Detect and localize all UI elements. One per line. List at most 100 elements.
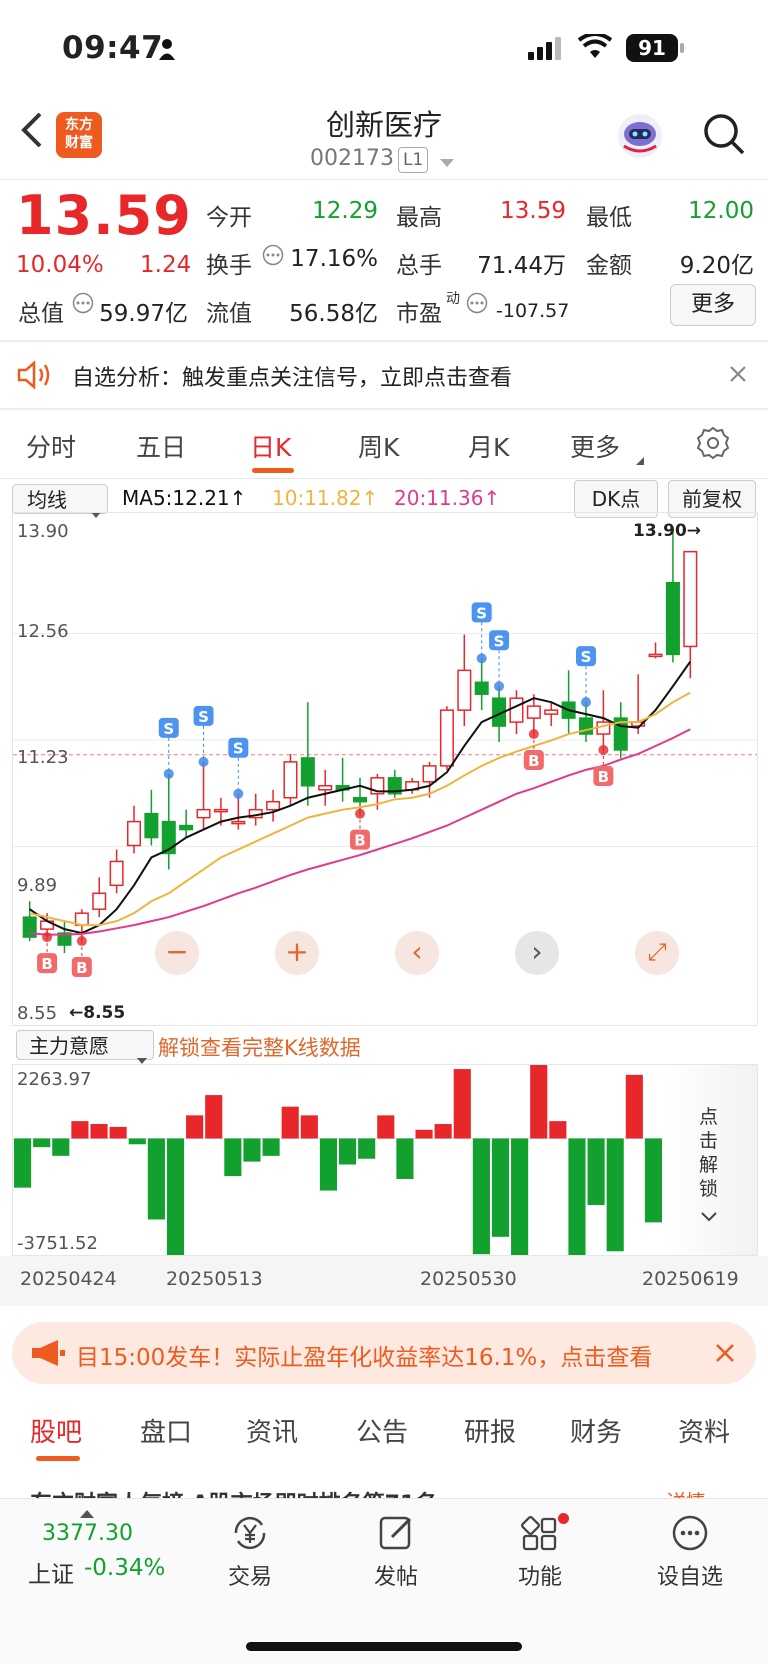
- candle-body: [213, 808, 228, 813]
- y-tick-2: 12.56: [17, 621, 69, 642]
- candle-body: [179, 824, 194, 831]
- flow-bar: [128, 1138, 146, 1145]
- battery-level: 91: [638, 36, 666, 60]
- high-label: 最高: [396, 205, 442, 231]
- tab-news[interactable]: 资讯: [246, 1412, 298, 1449]
- close-icon[interactable]: [714, 1342, 736, 1368]
- flow-bar: [281, 1106, 299, 1139]
- x-label-4: 20250619: [642, 1268, 739, 1290]
- watchlist-analysis-banner[interactable]: 自选分析：触发重点关注信号，立即点击查看: [0, 342, 768, 408]
- candle-body: [422, 765, 437, 783]
- tab-pankou[interactable]: 盘口: [140, 1412, 192, 1449]
- high-value: 13.59: [500, 198, 566, 224]
- gear-icon[interactable]: [696, 426, 730, 464]
- next-button[interactable]: ›: [515, 931, 559, 975]
- tab-weekly-k[interactable]: 周K: [358, 428, 399, 464]
- caret-down-icon[interactable]: [440, 154, 454, 173]
- buy-signal-letter: B: [41, 955, 52, 973]
- buy-signal-dot: [528, 729, 539, 740]
- buy-signal-dot: [76, 936, 87, 947]
- buy-signal-dot: [42, 932, 53, 943]
- tab-intraday[interactable]: 分时: [26, 428, 76, 464]
- tab-daily-k[interactable]: 日K: [250, 428, 291, 464]
- prev-button[interactable]: ‹: [395, 931, 439, 975]
- candle-body: [648, 653, 663, 658]
- candle-body: [544, 709, 559, 715]
- flow-max-tick: 2263.97: [17, 1069, 92, 1090]
- volume-label: 总手: [396, 253, 442, 279]
- unlock-side-panel[interactable]: 点击解锁: [663, 1065, 757, 1255]
- robot-avatar-icon[interactable]: [616, 112, 664, 160]
- buy-signal-letter: B: [354, 832, 365, 850]
- edit-icon: [379, 1516, 412, 1550]
- flow-bar: [243, 1138, 261, 1162]
- trade-button[interactable]: 交易: [210, 1513, 290, 1591]
- flow-svg: [13, 1065, 663, 1255]
- kline-chart[interactable]: BBBBBSSSSSS 13.90 12.56 11.23 9.89 8.55 …: [12, 512, 758, 1026]
- tab-more[interactable]: 更多: [570, 428, 620, 464]
- volume-value: 71.44万: [477, 253, 566, 279]
- open-value: 12.29: [312, 198, 378, 224]
- news-row[interactable]: 东方财富人气榜 A股市场即时排名第71名 详情 »: [0, 1478, 768, 1500]
- more-dots-icon: [672, 1515, 708, 1551]
- ma-select[interactable]: 均线: [12, 484, 108, 518]
- functions-button[interactable]: 功能: [500, 1513, 580, 1591]
- close-icon[interactable]: [728, 364, 748, 388]
- tab-research[interactable]: 研报: [464, 1412, 516, 1449]
- fullscreen-button[interactable]: ⤢: [635, 931, 679, 975]
- buy-signal-letter: B: [598, 768, 609, 786]
- flow-bar: [587, 1138, 605, 1206]
- info-icon[interactable]: [466, 292, 488, 318]
- status-time: 09:47: [62, 30, 164, 66]
- ma-select-label: 均线: [27, 488, 67, 512]
- dk-label: DK点: [591, 487, 641, 511]
- tab-five-day[interactable]: 五日: [136, 428, 186, 464]
- tab-announcements[interactable]: 公告: [356, 1412, 408, 1449]
- index-name: 上证: [28, 1562, 74, 1588]
- tab-monthly-k[interactable]: 月K: [468, 428, 509, 464]
- candle-body: [109, 860, 124, 887]
- flow-bar: [71, 1121, 89, 1139]
- zoom-out-button[interactable]: −: [155, 931, 199, 975]
- tab-guba[interactable]: 股吧: [30, 1412, 82, 1449]
- candle-body: [300, 757, 315, 787]
- amount-label: 金额: [586, 253, 632, 279]
- add-watchlist-button[interactable]: 设自选: [640, 1513, 740, 1591]
- index-value[interactable]: 3377.30: [42, 1521, 133, 1546]
- home-indicator: [246, 1642, 522, 1651]
- apps-grid-icon: [520, 1515, 557, 1551]
- post-label: 发帖: [373, 1565, 418, 1590]
- flow-bar: [472, 1138, 490, 1255]
- caret-up-icon: [80, 1503, 94, 1522]
- indicator-select[interactable]: 主力意愿: [16, 1030, 154, 1064]
- mcap-label: 总值: [18, 301, 64, 327]
- post-button[interactable]: 发帖: [356, 1513, 436, 1591]
- notification-dot: [558, 1513, 569, 1524]
- level-badge[interactable]: L1: [398, 147, 429, 173]
- banner-text: 自选分析：触发重点关注信号，立即点击查看: [72, 366, 513, 391]
- y-tick-max: 13.90: [17, 521, 69, 542]
- zoom-in-button[interactable]: +: [275, 931, 319, 975]
- corner-caret-icon: [636, 450, 644, 469]
- tab-profile[interactable]: 资料: [678, 1412, 730, 1449]
- tab-finance[interactable]: 财务: [570, 1412, 622, 1449]
- mcap-value: 59.97亿: [99, 301, 188, 327]
- status-bar: 09:47 91: [0, 0, 768, 100]
- search-icon[interactable]: [702, 112, 746, 156]
- active-tab-indicator: [252, 468, 294, 473]
- flow-bar: [644, 1138, 662, 1223]
- candle-body: [474, 681, 489, 695]
- promo-banner[interactable]: 目15:00发车！实际止盈年化收益率达16.1%，点击查看: [12, 1322, 756, 1384]
- flow-bar: [530, 1065, 548, 1139]
- candle-body: [231, 820, 246, 825]
- candle-body: [683, 550, 698, 648]
- yen-refresh-icon: [234, 1516, 266, 1550]
- unlock-side-text: 点击解锁: [699, 1106, 719, 1200]
- change-pct: 10.04%: [16, 252, 104, 278]
- unlock-link[interactable]: 解锁查看完整K线数据: [158, 1032, 361, 1062]
- candle-body: [126, 820, 142, 847]
- amount-value: 9.20亿: [679, 253, 754, 279]
- sell-signal-dot: [581, 697, 591, 708]
- flow-bar: [109, 1126, 127, 1139]
- more-button[interactable]: 更多: [670, 284, 756, 326]
